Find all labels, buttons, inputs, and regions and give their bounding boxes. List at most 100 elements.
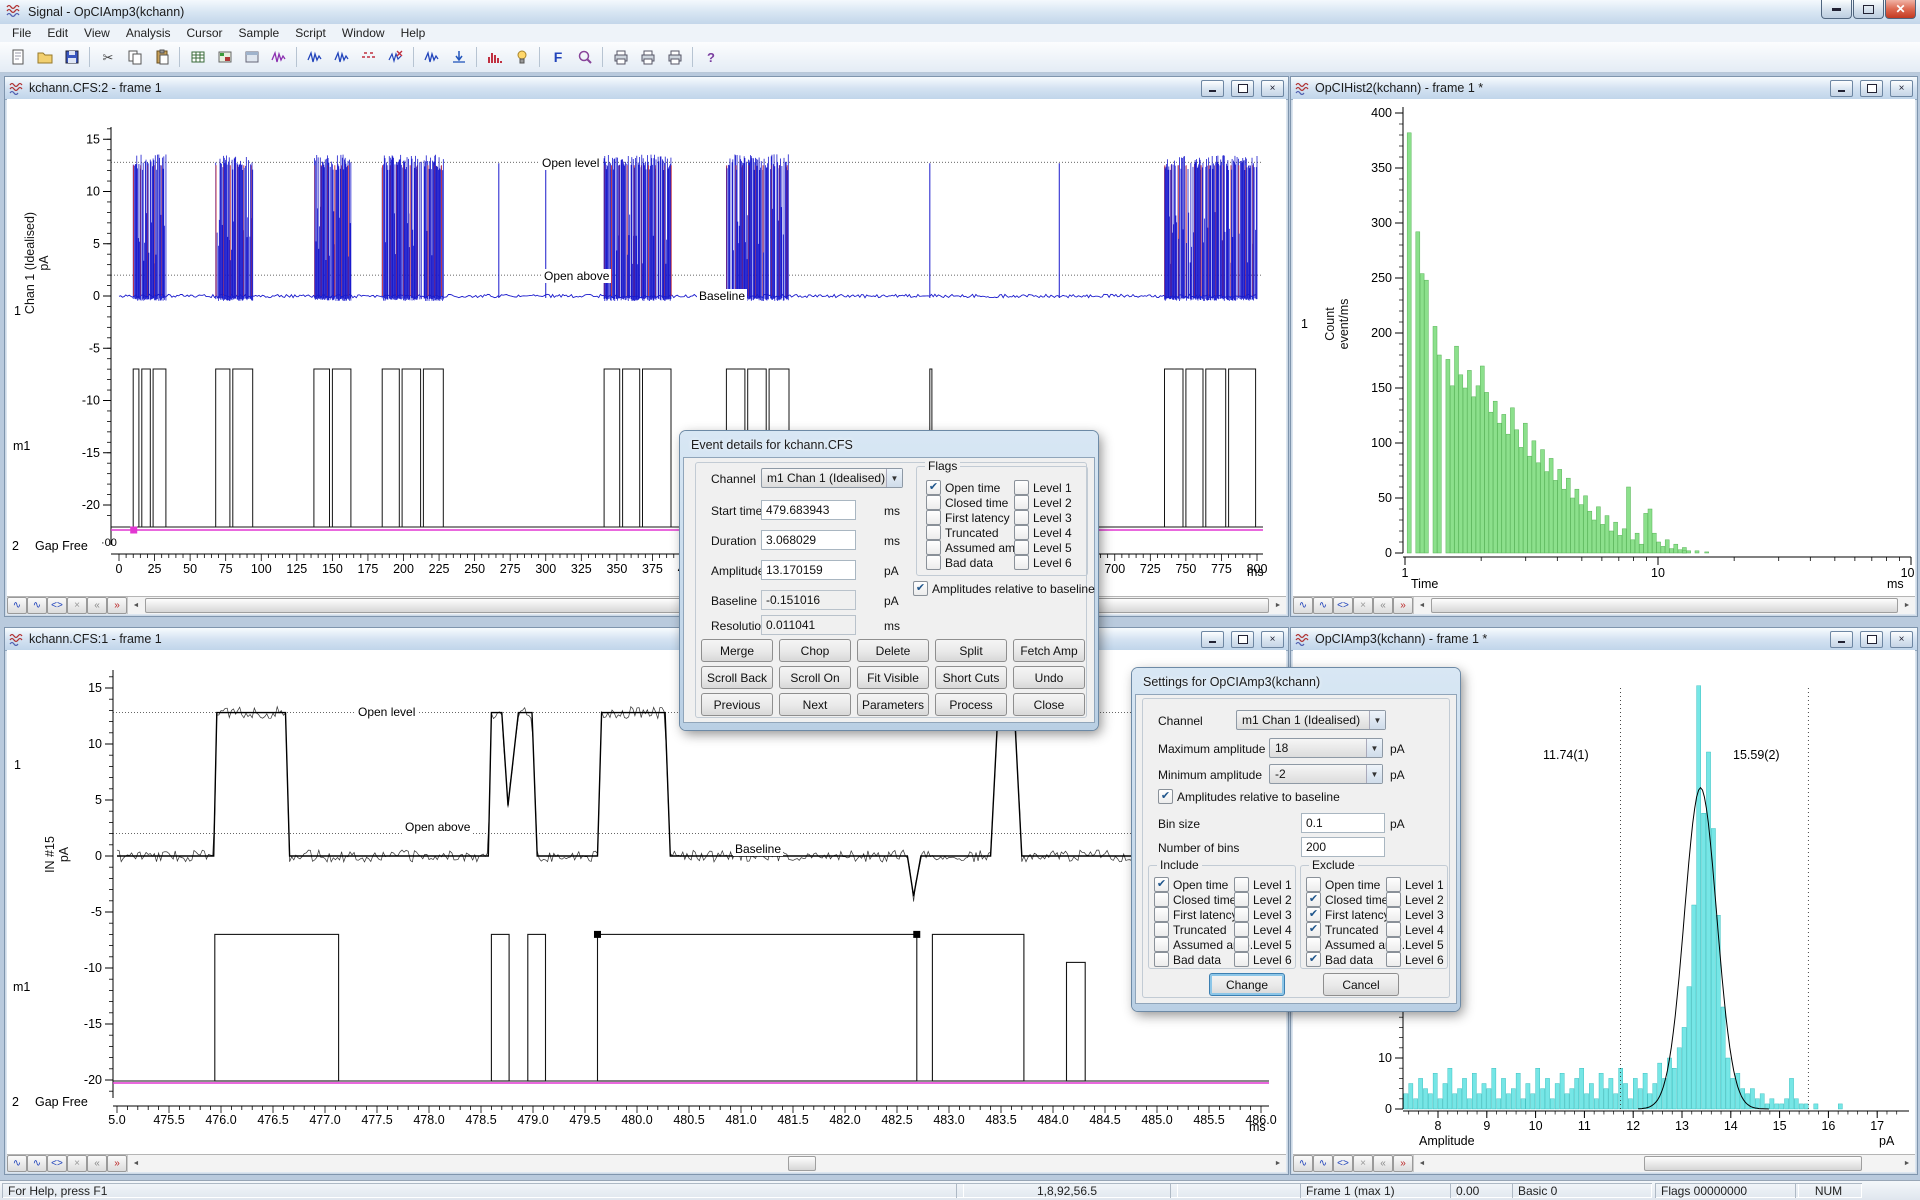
paste-icon[interactable] <box>149 45 174 69</box>
checkbox-icon[interactable] <box>1386 937 1401 952</box>
flag-level-6[interactable]: Level 6 <box>1014 555 1072 570</box>
wave-x-icon[interactable] <box>383 45 408 69</box>
menu-help[interactable]: Help <box>393 25 434 41</box>
checkbox-icon[interactable]: ✔ <box>1306 922 1321 937</box>
menu-sample[interactable]: Sample <box>231 25 288 41</box>
fit-x-icon[interactable]: <> <box>1333 1155 1353 1172</box>
field-start-time[interactable]: 479.683943 <box>761 500 856 520</box>
flag-truncated[interactable]: Truncated <box>926 525 999 540</box>
checkbox-icon[interactable] <box>1386 922 1401 937</box>
frame-back-icon[interactable]: « <box>1373 597 1393 614</box>
include-level-4[interactable]: Level 4 <box>1234 922 1292 937</box>
checkbox-icon[interactable] <box>926 525 941 540</box>
checkbox-icon[interactable]: ✔ <box>1306 952 1321 967</box>
exclude-level-5[interactable]: Level 5 <box>1386 937 1444 952</box>
cursor-trace2-icon[interactable]: ∿ <box>27 1155 47 1172</box>
cursor-trace2-icon[interactable]: ∿ <box>1313 1155 1333 1172</box>
overdraw-icon[interactable] <box>266 45 291 69</box>
window-br-restore-button[interactable] <box>1860 631 1883 648</box>
exclude-level-2[interactable]: Level 2 <box>1386 892 1444 907</box>
close-button[interactable]: Close <box>1013 693 1085 716</box>
checkbox-icon[interactable] <box>1014 540 1029 555</box>
histogram-icon[interactable] <box>482 45 507 69</box>
checkbox-icon[interactable] <box>1154 937 1169 952</box>
short-cuts-button[interactable]: Short Cuts <box>935 666 1007 689</box>
parameters-button[interactable]: Parameters <box>857 693 929 716</box>
scroll-back-button[interactable]: Scroll Back <box>701 666 773 689</box>
trace-icon[interactable] <box>419 45 444 69</box>
checkbox-icon[interactable] <box>1014 555 1029 570</box>
frame-forward-icon[interactable]: » <box>1393 1155 1413 1172</box>
checkbox-icon[interactable] <box>1154 907 1169 922</box>
scroll-thumb[interactable] <box>1644 1156 1861 1171</box>
flag-level-1[interactable]: Level 1 <box>1014 480 1072 495</box>
help-icon[interactable]: ? <box>698 45 723 69</box>
cursor-trace2-icon[interactable]: ∿ <box>1313 597 1333 614</box>
cancel-process-icon[interactable]: × <box>1353 597 1373 614</box>
window-br-minimize-button[interactable] <box>1830 631 1853 648</box>
exclude-open-time[interactable]: Open time <box>1306 877 1380 892</box>
include-truncated[interactable]: Truncated <box>1154 922 1227 937</box>
fit-x-icon[interactable]: <> <box>1333 597 1353 614</box>
fetch-amp-button[interactable]: Fetch Amp <box>1013 639 1085 662</box>
scroll-right-icon[interactable]: ► <box>1899 1155 1915 1172</box>
print-icon[interactable] <box>608 45 633 69</box>
window-br-titlebar[interactable]: OpCIAmp3(kchann) - frame 1 * × <box>1291 628 1917 651</box>
exclude-level-1[interactable]: Level 1 <box>1386 877 1444 892</box>
checkbox-icon[interactable] <box>1154 892 1169 907</box>
app-maximize-button[interactable] <box>1853 0 1884 19</box>
checkbox-icon[interactable] <box>1306 877 1321 892</box>
checkbox-icon[interactable] <box>926 540 941 555</box>
checkbox-icon[interactable] <box>1234 907 1249 922</box>
cursor-trace-icon[interactable]: ∿ <box>7 597 27 614</box>
cursor-trace-icon[interactable]: ∿ <box>1293 597 1313 614</box>
checkbox-icon[interactable] <box>1014 495 1029 510</box>
checkbox-icon[interactable] <box>1234 937 1249 952</box>
field-duration[interactable]: 3.068029 <box>761 530 856 550</box>
window-bl-restore-button[interactable] <box>1231 631 1254 648</box>
new-icon[interactable] <box>5 45 30 69</box>
menu-edit[interactable]: Edit <box>39 25 76 41</box>
font-icon[interactable]: F <box>545 45 570 69</box>
fetch-icon[interactable] <box>446 45 471 69</box>
checkbox-icon[interactable] <box>1154 952 1169 967</box>
menu-analysis[interactable]: Analysis <box>118 25 179 41</box>
window-tl-titlebar[interactable]: kchann.CFS:2 - frame 1 × <box>5 77 1288 100</box>
tr-plot[interactable]: 400350300250200150100500110100 <box>1293 99 1915 595</box>
include-level-5[interactable]: Level 5 <box>1234 937 1292 952</box>
event-details-dialog[interactable]: Event details for kchann.CFS Channelm1 C… <box>680 431 1098 730</box>
save-icon[interactable] <box>59 45 84 69</box>
checkbox-icon[interactable] <box>926 510 941 525</box>
checkbox-icon[interactable] <box>1234 952 1249 967</box>
wave-icon[interactable] <box>302 45 327 69</box>
frame-back-icon[interactable]: « <box>87 597 107 614</box>
settings-channel-combo[interactable]: m1 Chan 1 (Idealised)▼ <box>1236 710 1386 730</box>
cancel-process-icon[interactable]: × <box>67 1155 87 1172</box>
window-tl-restore-button[interactable] <box>1231 80 1254 97</box>
cursor-trace-icon[interactable]: ∿ <box>1293 1155 1313 1172</box>
checkbox-icon[interactable] <box>1386 907 1401 922</box>
open-icon[interactable] <box>32 45 57 69</box>
flag-level-3[interactable]: Level 3 <box>1014 510 1072 525</box>
max-amplitude-combo[interactable]: 18▼ <box>1269 738 1383 758</box>
exclude-level-6[interactable]: Level 6 <box>1386 952 1444 967</box>
exclude-bad-data[interactable]: ✔Bad data <box>1306 952 1373 967</box>
scroll-left-icon[interactable]: ◄ <box>128 1155 144 1172</box>
amp-relative-checkbox[interactable]: ✔Amplitudes relative to baseline <box>913 581 1095 596</box>
menu-cursor[interactable]: Cursor <box>179 25 231 41</box>
checkbox-icon[interactable] <box>1234 892 1249 907</box>
settings-dialog[interactable]: Settings for OpCIAmp3(kchann) Channelm1 … <box>1132 668 1460 1011</box>
checkbox-icon[interactable]: ✔ <box>1306 892 1321 907</box>
exclude-level-3[interactable]: Level 3 <box>1386 907 1444 922</box>
include-level-1[interactable]: Level 1 <box>1234 877 1292 892</box>
split-button[interactable]: Split <box>935 639 1007 662</box>
window-tr-restore-button[interactable] <box>1860 80 1883 97</box>
flag-first-latency[interactable]: First latency <box>926 510 1010 525</box>
checkbox-icon[interactable] <box>1234 877 1249 892</box>
event-dialog-title[interactable]: Event details for kchann.CFS <box>683 434 1095 457</box>
print-preview-icon[interactable] <box>635 45 660 69</box>
checkbox-icon[interactable] <box>1014 510 1029 525</box>
frame-forward-icon[interactable]: » <box>107 597 127 614</box>
field-amplitude[interactable]: 13.170159 <box>761 560 856 580</box>
checkbox-icon[interactable]: ✔ <box>1306 907 1321 922</box>
